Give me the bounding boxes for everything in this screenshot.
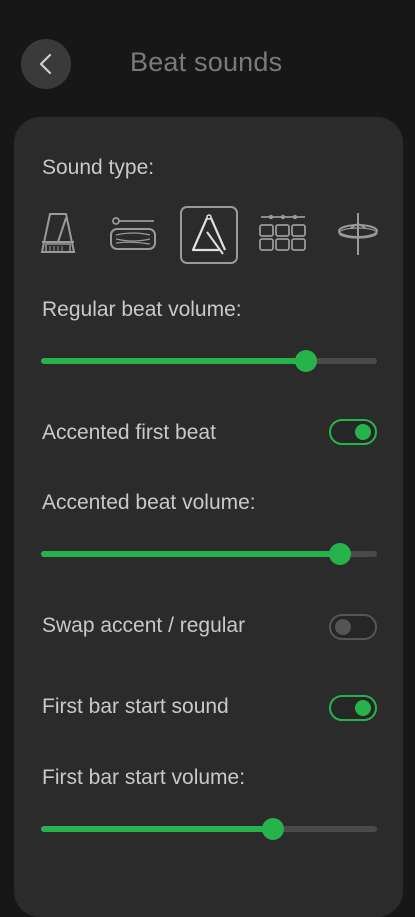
toggle-knob	[335, 619, 351, 635]
sound-option-woodblock[interactable]	[105, 204, 161, 262]
slider-thumb[interactable]	[329, 543, 352, 565]
sound-option-drum-pads[interactable]	[255, 204, 311, 262]
sound-option-cymbal[interactable]	[330, 204, 386, 262]
metronome-icon	[40, 213, 76, 253]
slider-fill	[41, 358, 307, 364]
drum-pads-icon	[259, 214, 306, 251]
triangle-icon	[191, 214, 227, 255]
slider-thumb[interactable]	[261, 818, 284, 840]
page-title: Beat sounds	[130, 47, 283, 77]
slider-thumb[interactable]	[295, 350, 318, 372]
sound-option-metronome[interactable]	[30, 204, 86, 262]
regular-volume-slider[interactable]	[41, 349, 377, 373]
accented-volume-slider[interactable]	[41, 542, 377, 566]
back-button[interactable]	[21, 39, 71, 89]
slider-fill	[41, 826, 273, 832]
cymbal-icon	[338, 213, 378, 255]
accented-volume-label: Accented beat volume:	[42, 491, 256, 514]
accented-first-beat-toggle[interactable]	[329, 419, 377, 445]
toggle-knob	[355, 700, 371, 716]
sound-type-selector	[30, 204, 390, 264]
swap-accent-label: Swap accent / regular	[42, 614, 246, 637]
toggle-knob	[355, 424, 371, 440]
accented-first-beat-label: Accented first beat	[42, 421, 216, 444]
woodblock-icon	[110, 217, 156, 250]
first-bar-sound-label: First bar start sound	[42, 695, 229, 718]
first-bar-volume-slider[interactable]	[41, 817, 377, 841]
header: Beat sounds	[0, 0, 415, 120]
first-bar-volume-label: First bar start volume:	[42, 766, 246, 789]
sound-type-label: Sound type:	[42, 156, 155, 179]
regular-volume-label: Regular beat volume:	[42, 298, 242, 321]
slider-fill	[41, 551, 341, 557]
sound-option-triangle[interactable]	[180, 206, 238, 264]
first-bar-sound-toggle[interactable]	[329, 695, 377, 721]
chevron-left-icon	[39, 53, 52, 75]
swap-accent-toggle[interactable]	[329, 614, 377, 640]
